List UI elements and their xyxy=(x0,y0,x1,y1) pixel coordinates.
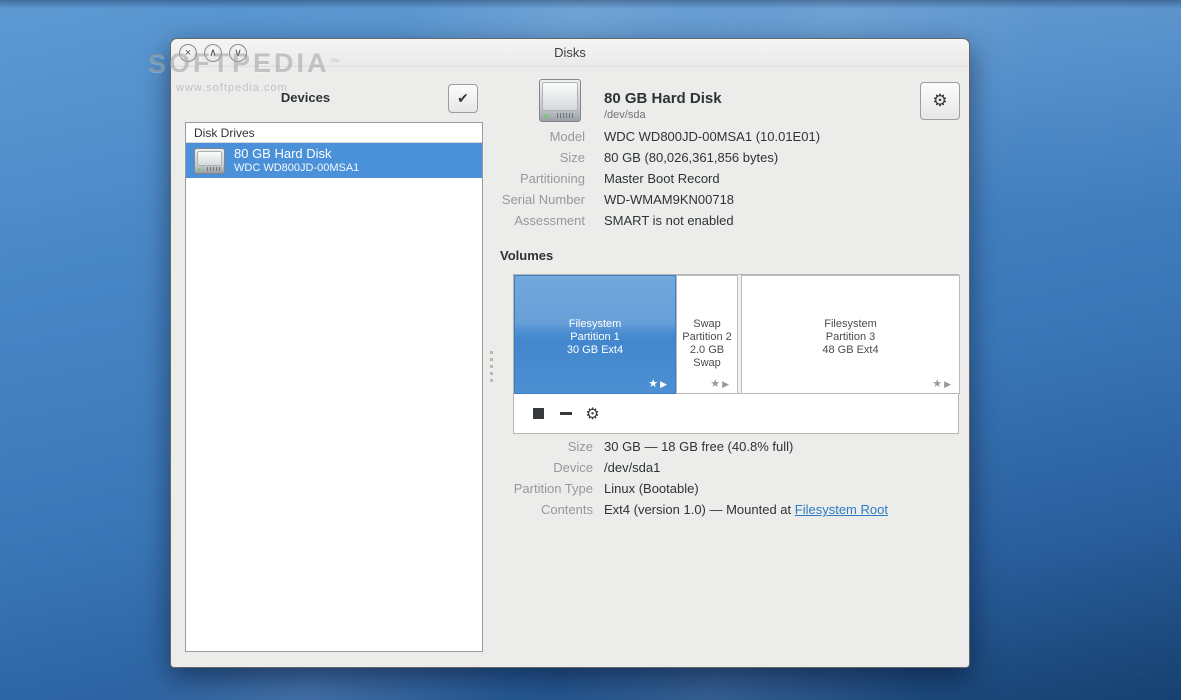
contents-prefix: Ext4 (version 1.0) — Mounted at xyxy=(604,502,795,517)
detail-label: Size xyxy=(500,150,585,165)
star-icon: ★ xyxy=(710,378,722,390)
device-list-header: Disk Drives xyxy=(186,123,482,143)
device-item-title: 80 GB Hard Disk xyxy=(234,147,359,161)
detail-value: WDC WD800JD-00MSA1 (10.01E01) xyxy=(604,129,960,144)
partition-details: Size 30 GB — 18 GB free (40.8% full) Dev… xyxy=(500,439,960,517)
detail-value: 80 GB (80,026,361,856 bytes) xyxy=(604,150,960,165)
detail-value: Linux (Bootable) xyxy=(604,481,960,496)
play-icon: ▶ xyxy=(944,379,953,389)
device-list: Disk Drives 80 GB Hard Disk WDC WD800JD-… xyxy=(185,122,483,652)
volumes-frame: Filesystem Partition 1 30 GB Ext4 ★▶ Swa… xyxy=(513,274,959,434)
partition-flags: ★▶ xyxy=(710,377,731,390)
gear-icon: ⚙ xyxy=(932,91,947,110)
window-title: Disks xyxy=(554,45,586,60)
titlebar[interactable]: Disks xyxy=(171,39,969,67)
detail-label: Assessment xyxy=(500,213,585,228)
detail-value: /dev/sda1 xyxy=(604,460,960,475)
partition-label: Filesystem Partition 1 30 GB Ext4 xyxy=(515,318,675,357)
partition-flags: ★▶ xyxy=(932,377,953,390)
partition-map: Filesystem Partition 1 30 GB Ext4 ★▶ Swa… xyxy=(514,275,958,394)
stop-square-icon xyxy=(533,408,544,419)
detail-value: 30 GB — 18 GB free (40.8% full) xyxy=(604,439,960,454)
detail-label: Size xyxy=(500,439,593,454)
unmount-button[interactable] xyxy=(527,402,550,426)
star-icon: ★ xyxy=(932,378,944,390)
partition-3[interactable]: Filesystem Partition 3 48 GB Ext4 ★▶ xyxy=(741,275,960,394)
close-icon: × xyxy=(185,47,191,59)
partition-flags: ★▶ xyxy=(648,377,669,390)
devices-header-label: Devices xyxy=(171,90,440,105)
partition-label: Filesystem Partition 3 48 GB Ext4 xyxy=(742,318,959,357)
filesystem-root-link[interactable]: Filesystem Root xyxy=(795,502,888,517)
drive-panel: 80 GB Hard Disk /dev/sda ⚙ Model WDC WD8… xyxy=(500,67,971,669)
detail-value: SMART is not enabled xyxy=(604,213,960,228)
gear-icon: ⚙ xyxy=(585,404,599,424)
detail-label: Contents xyxy=(500,502,593,517)
partition-2[interactable]: Swap Partition 2 2.0 GB Swap ★▶ xyxy=(676,275,738,394)
hard-disk-icon-large xyxy=(539,79,581,122)
device-item-subtitle: WDC WD800JD-00MSA1 xyxy=(234,161,359,175)
device-list-item-sda[interactable]: 80 GB Hard Disk WDC WD800JD-00MSA1 xyxy=(186,143,482,178)
partition-label: Swap Partition 2 2.0 GB Swap xyxy=(677,318,737,370)
detail-label: Partitioning xyxy=(500,171,585,186)
minus-icon xyxy=(560,412,572,415)
devices-header: Devices ✔ xyxy=(171,68,500,124)
detail-label: Serial Number xyxy=(500,192,585,207)
delete-partition-button[interactable] xyxy=(554,402,577,426)
detail-label: Partition Type xyxy=(500,481,593,496)
drive-device-path: /dev/sda xyxy=(604,109,646,121)
device-item-texts: 80 GB Hard Disk WDC WD800JD-00MSA1 xyxy=(234,147,359,175)
drive-details: Model WDC WD800JD-00MSA1 (10.01E01) Size… xyxy=(500,129,960,228)
window-controls: × ∧ ∨ xyxy=(179,44,247,62)
detail-label: Model xyxy=(500,129,585,144)
minimize-icon: ∨ xyxy=(234,47,242,59)
disks-window: Disks × ∧ ∨ Devices ✔ Disk Drives 80 GB … xyxy=(170,38,970,668)
pane-resize-grip[interactable] xyxy=(490,351,495,386)
volumes-section-title: Volumes xyxy=(500,248,553,263)
check-icon: ✔ xyxy=(457,90,469,106)
detail-value: WD-WMAM9KN00718 xyxy=(604,192,960,207)
play-icon: ▶ xyxy=(660,379,669,389)
drive-actions-button[interactable]: ⚙ xyxy=(920,82,960,120)
partition-1[interactable]: Filesystem Partition 1 30 GB Ext4 ★▶ xyxy=(514,275,676,394)
close-button[interactable]: × xyxy=(179,44,197,62)
hard-disk-icon xyxy=(194,148,225,174)
apply-check-button[interactable]: ✔ xyxy=(448,84,478,113)
minimize-button[interactable]: ∨ xyxy=(229,44,247,62)
maximize-icon: ∧ xyxy=(209,47,217,59)
maximize-button[interactable]: ∧ xyxy=(204,44,222,62)
detail-label: Device xyxy=(500,460,593,475)
devices-sidebar: Devices ✔ Disk Drives 80 GB Hard Disk WD… xyxy=(171,68,500,669)
detail-value: Master Boot Record xyxy=(604,171,960,186)
play-icon: ▶ xyxy=(722,379,731,389)
contents-value: Ext4 (version 1.0) — Mounted at Filesyst… xyxy=(604,502,960,517)
volume-toolbar: ⚙ xyxy=(514,394,958,433)
drive-title: 80 GB Hard Disk xyxy=(604,90,722,107)
volume-options-button[interactable]: ⚙ xyxy=(581,402,604,426)
star-icon: ★ xyxy=(648,378,660,390)
